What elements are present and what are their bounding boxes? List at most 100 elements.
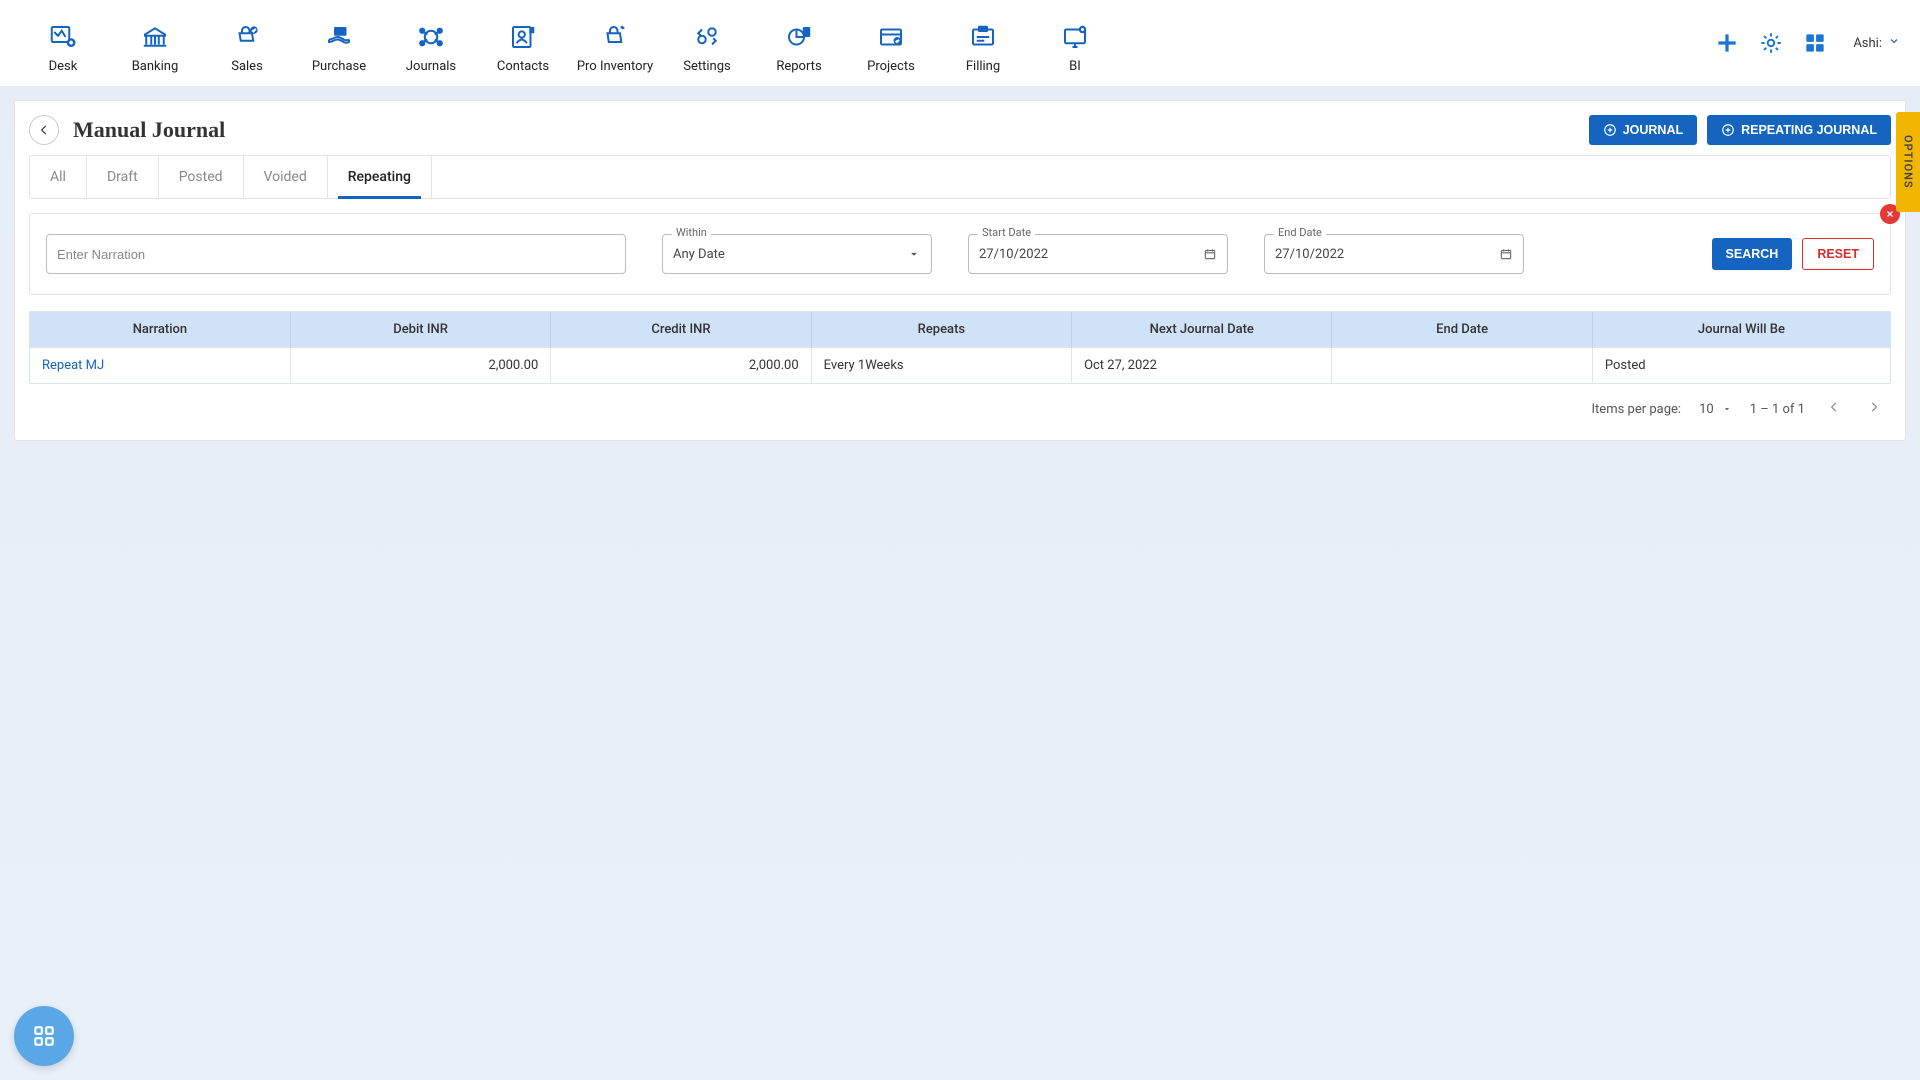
nav-label: Purchase [312, 59, 366, 74]
bi-icon [1059, 21, 1091, 53]
ipp-value: 10 [1699, 402, 1714, 417]
row-credit: 2,000.00 [551, 348, 811, 384]
start-date-label: Start Date [978, 226, 1035, 239]
settings-icon [691, 21, 723, 53]
desk-icon [47, 21, 79, 53]
search-button-label: SEARCH [1726, 247, 1779, 261]
within-label: Within [672, 226, 711, 239]
row-next: Oct 27, 2022 [1072, 348, 1332, 384]
nav-label: Pro Inventory [577, 59, 653, 74]
table-row: Repeat MJ 2,000.00 2,000.00 Every 1Weeks… [30, 348, 1890, 384]
nav-items: Desk Banking Sales Purchase Journals Con… [20, 13, 1118, 74]
options-tab[interactable]: OPTIONS [1896, 112, 1920, 212]
nav-item-filling[interactable]: Filling [940, 13, 1026, 74]
nav-item-projects[interactable]: Projects [848, 13, 934, 74]
tab-repeating[interactable]: Repeating [328, 156, 432, 198]
repeating-journal-button[interactable]: REPEATING JOURNAL [1707, 115, 1891, 145]
nav-item-journals[interactable]: Journals [388, 13, 474, 74]
nav-item-purchase[interactable]: Purchase [296, 13, 382, 74]
tab-label: Repeating [348, 169, 411, 185]
options-tab-label: OPTIONS [1902, 135, 1915, 189]
pagination: Items per page: 10 1 – 1 of 1 [29, 384, 1891, 422]
th-debit: Debit INR [290, 312, 550, 348]
tab-voided[interactable]: Voided [244, 156, 328, 198]
th-credit: Credit INR [551, 312, 811, 348]
repeating-journal-button-label: REPEATING JOURNAL [1741, 123, 1877, 137]
page-range: 1 – 1 of 1 [1750, 402, 1805, 417]
th-narration: Narration [30, 312, 290, 348]
tab-label: All [50, 169, 66, 185]
ipp-select[interactable]: 10 [1699, 402, 1732, 417]
row-narration-link[interactable]: Repeat MJ [42, 358, 104, 373]
apps-fab[interactable] [14, 1006, 74, 1066]
tab-all[interactable]: All [36, 156, 87, 198]
sales-icon [231, 21, 263, 53]
nav-item-desk[interactable]: Desk [20, 13, 106, 74]
tab-draft[interactable]: Draft [87, 156, 159, 198]
journals-icon [415, 21, 447, 53]
topbar-right: Ashi: [1713, 29, 1900, 57]
within-value: Any Date [673, 247, 725, 262]
reset-button[interactable]: RESET [1802, 238, 1874, 270]
row-status: Posted [1592, 348, 1890, 384]
row-debit: 2,000.00 [290, 348, 550, 384]
nav-item-bi[interactable]: BI [1032, 13, 1118, 74]
user-dropdown[interactable]: Ashi: [1845, 35, 1900, 51]
add-icon[interactable] [1713, 29, 1741, 57]
tab-posted[interactable]: Posted [159, 156, 244, 198]
top-nav: Desk Banking Sales Purchase Journals Con… [0, 0, 1920, 86]
chevron-down-icon [1888, 35, 1900, 51]
banking-icon [139, 21, 171, 53]
end-date-label: End Date [1274, 226, 1326, 239]
journal-button-label: JOURNAL [1623, 123, 1683, 137]
row-end [1332, 348, 1592, 384]
nav-label: Banking [132, 59, 179, 74]
inventory-icon [599, 21, 631, 53]
back-button[interactable] [29, 115, 59, 145]
nav-label: Reports [776, 59, 821, 74]
nav-item-sales[interactable]: Sales [204, 13, 290, 74]
search-button[interactable]: SEARCH [1712, 238, 1793, 270]
nav-label: Filling [966, 59, 1000, 74]
calculator-icon[interactable] [1801, 29, 1829, 57]
purchase-icon [323, 21, 355, 53]
nav-label: BI [1069, 59, 1081, 74]
start-date-value: 27/10/2022 [979, 247, 1048, 262]
start-date-input[interactable]: 27/10/2022 [968, 234, 1228, 274]
reset-button-label: RESET [1817, 247, 1859, 261]
row-repeats: Every 1Weeks [811, 348, 1071, 384]
tab-label: Voided [264, 169, 307, 185]
projects-icon [875, 21, 907, 53]
next-page-button[interactable] [1863, 396, 1885, 422]
nav-label: Contacts [497, 59, 549, 74]
nav-label: Settings [683, 59, 730, 74]
ipp-label: Items per page: [1592, 402, 1682, 417]
contacts-icon [507, 21, 539, 53]
nav-label: Projects [867, 59, 915, 74]
nav-item-proinventory[interactable]: Pro Inventory [572, 13, 658, 74]
nav-item-reports[interactable]: Reports [756, 13, 842, 74]
th-next: Next Journal Date [1072, 312, 1332, 348]
narration-input[interactable] [46, 234, 626, 274]
th-status: Journal Will Be [1592, 312, 1890, 348]
nav-label: Desk [49, 59, 78, 74]
prev-page-button[interactable] [1823, 396, 1845, 422]
within-select[interactable]: Any Date [662, 234, 932, 274]
nav-item-contacts[interactable]: Contacts [480, 13, 566, 74]
filter-panel: Within Any Date Start Date 27/10/2022 En… [29, 213, 1891, 295]
gear-icon[interactable] [1757, 29, 1785, 57]
filling-icon [967, 21, 999, 53]
results-table: Narration Debit INR Credit INR Repeats N… [29, 311, 1891, 384]
journal-button[interactable]: JOURNAL [1589, 115, 1697, 145]
end-date-value: 27/10/2022 [1275, 247, 1344, 262]
end-date-input[interactable]: 27/10/2022 [1264, 234, 1524, 274]
user-name: Ashi: [1853, 36, 1882, 51]
tab-label: Draft [107, 169, 138, 185]
th-repeats: Repeats [811, 312, 1071, 348]
page-card: Manual Journal JOURNAL REPEATING JOURNAL… [14, 100, 1906, 441]
nav-item-banking[interactable]: Banking [112, 13, 198, 74]
nav-label: Sales [231, 59, 263, 74]
nav-item-settings[interactable]: Settings [664, 13, 750, 74]
tabs: All Draft Posted Voided Repeating [29, 155, 1891, 199]
reports-icon [783, 21, 815, 53]
